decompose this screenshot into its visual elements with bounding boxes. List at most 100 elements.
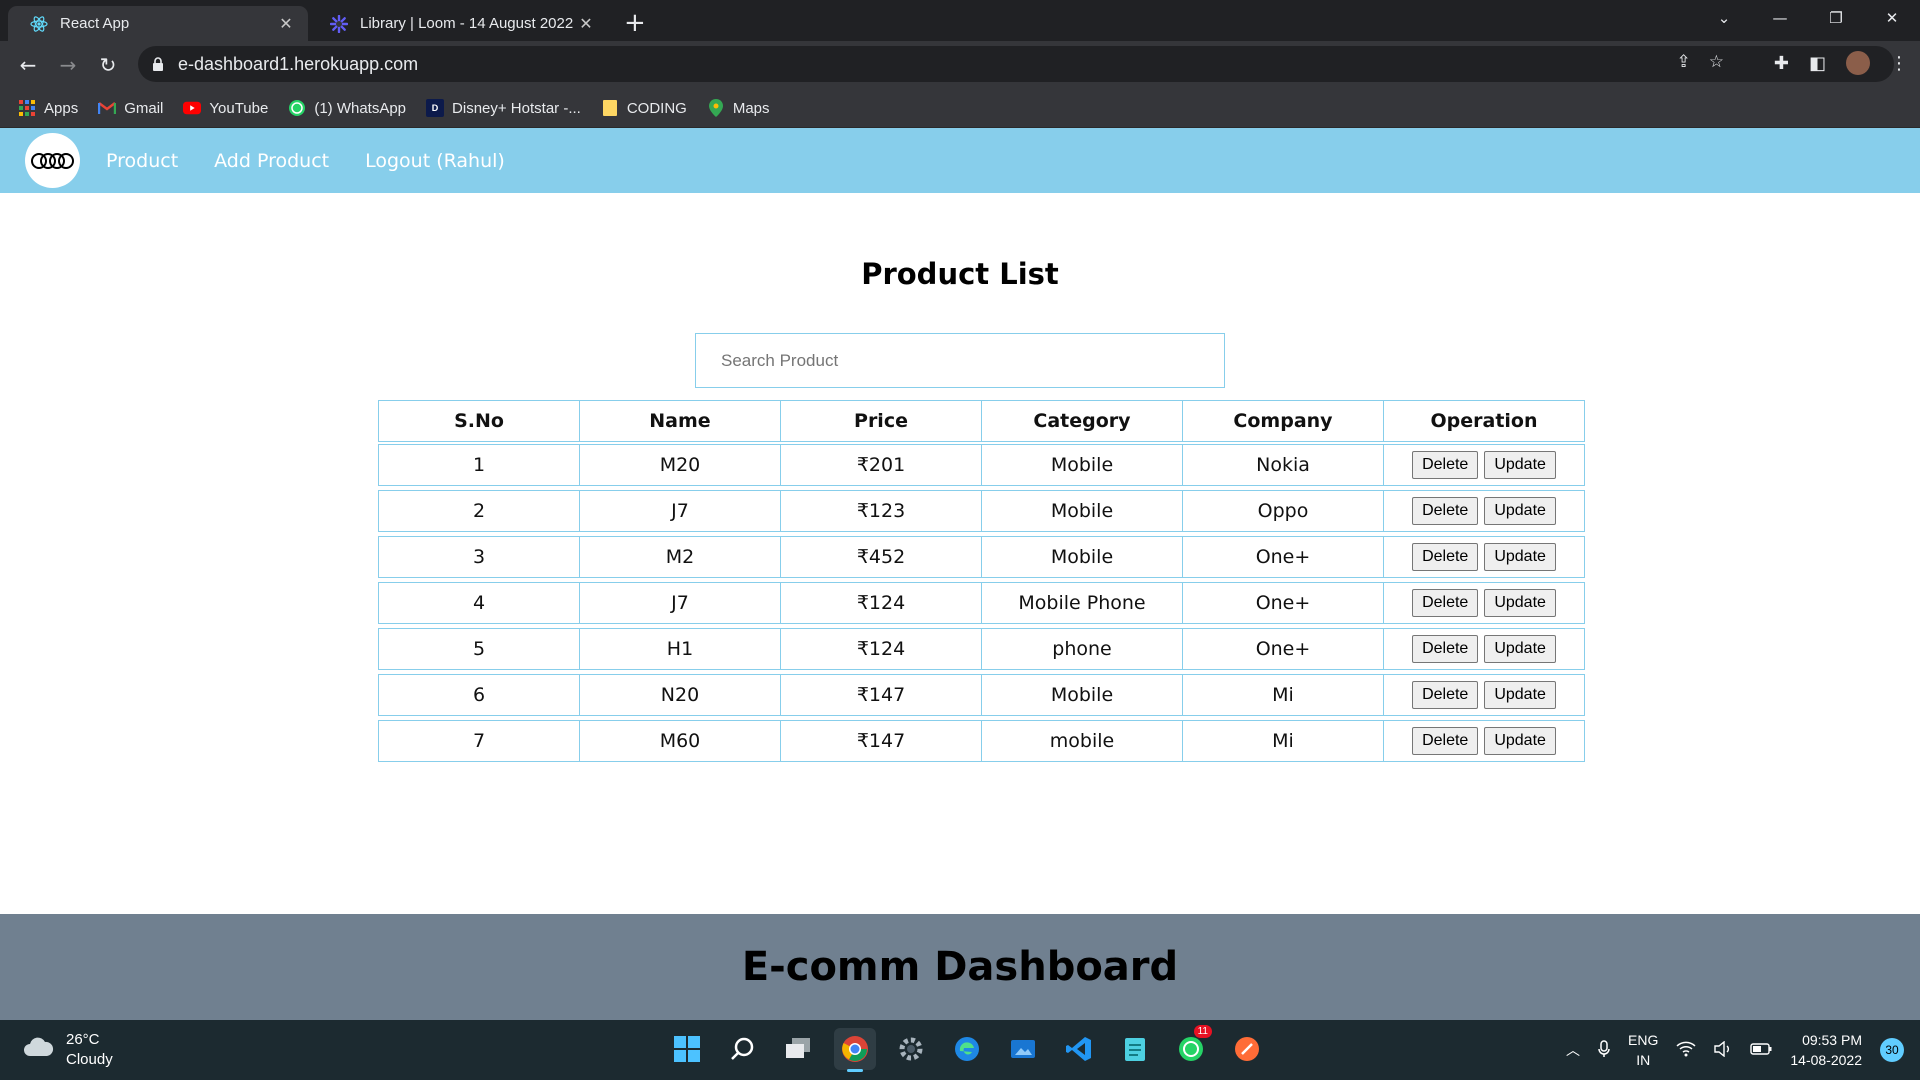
tab-search-icon[interactable]: ⌄ [1696, 0, 1752, 38]
column-header: Name [579, 400, 781, 442]
profile-avatar[interactable] [1846, 51, 1870, 75]
delete-button[interactable]: Delete [1412, 497, 1479, 525]
update-button[interactable]: Update [1484, 635, 1556, 663]
cell-sno: 7 [378, 720, 580, 762]
bookmark-label: CODING [626, 99, 687, 117]
reload-icon[interactable]: ↻ [92, 49, 124, 81]
cell-operation: Delete Update [1383, 536, 1585, 578]
bookmark-maps[interactable]: Maps [707, 99, 770, 117]
bookmark-coding-folder[interactable]: CODING [601, 99, 687, 117]
page-title: Product List [861, 257, 1059, 291]
update-button[interactable]: Update [1484, 451, 1556, 479]
bookmark-gmail[interactable]: Gmail [98, 99, 163, 117]
tab-title: React App [60, 15, 130, 32]
chevron-up-icon[interactable]: ︿ [1566, 1040, 1580, 1060]
share-icon[interactable]: ⇪ [1677, 52, 1691, 72]
folder-icon [601, 99, 619, 117]
column-header: Price [780, 400, 982, 442]
table-header-row: S.No Name Price Category Company Operati… [378, 400, 1585, 442]
vscode-icon[interactable] [1058, 1028, 1100, 1070]
bookmark-apps[interactable]: Apps [18, 99, 78, 117]
language-indicator[interactable]: ENG IN [1628, 1030, 1658, 1070]
apps-grid-icon [18, 99, 36, 117]
window-controls: ⌄ — ❐ ✕ [1696, 0, 1920, 38]
close-window-icon[interactable]: ✕ [1864, 0, 1920, 38]
delete-button[interactable]: Delete [1412, 589, 1479, 617]
cell-category: Mobile Phone [981, 582, 1183, 624]
delete-button[interactable]: Delete [1412, 727, 1479, 755]
battery-icon[interactable] [1750, 1042, 1772, 1058]
bookmark-label: Maps [732, 99, 770, 117]
delete-button[interactable]: Delete [1412, 543, 1479, 571]
cell-company: One+ [1182, 628, 1384, 670]
cloud-icon [22, 1036, 54, 1064]
delete-button[interactable]: Delete [1412, 451, 1479, 479]
update-button[interactable]: Update [1484, 543, 1556, 571]
tab-react-app[interactable]: React App ✕ [8, 6, 308, 41]
cell-company: Oppo [1182, 490, 1384, 532]
extensions-puzzle-icon[interactable]: ✚ [1774, 53, 1789, 74]
edge-icon[interactable] [946, 1028, 988, 1070]
nav-link-add-product[interactable]: Add Product [206, 150, 337, 172]
update-button[interactable]: Update [1484, 589, 1556, 617]
cell-category: Mobile [981, 674, 1183, 716]
search-input[interactable] [695, 333, 1225, 388]
bookmark-youtube[interactable]: YouTube [183, 99, 268, 117]
update-button[interactable]: Update [1484, 497, 1556, 525]
close-tab-icon[interactable]: ✕ [276, 14, 296, 34]
update-button[interactable]: Update [1484, 681, 1556, 709]
notification-badge: 11 [1193, 1025, 1212, 1038]
table-row: 2 J7 ₹123 Mobile Oppo Delete Update [378, 490, 1585, 532]
clock[interactable]: 09:53 PM 14-08-2022 [1790, 1030, 1862, 1070]
time: 09:53 PM [1802, 1032, 1862, 1048]
side-panel-icon[interactable]: ◧ [1809, 53, 1826, 74]
notification-count-badge[interactable]: 30 [1880, 1038, 1904, 1062]
forward-icon[interactable]: → [52, 49, 84, 81]
postman-icon[interactable] [1226, 1028, 1268, 1070]
delete-button[interactable]: Delete [1412, 681, 1479, 709]
lock-icon[interactable] [152, 56, 164, 75]
cell-name: M60 [579, 720, 781, 762]
whatsapp-taskbar-icon[interactable]: 11 [1170, 1025, 1212, 1070]
browser-toolbar: ← → ↻ e-dashboard1.herokuapp.com ⇪ ☆ ✚ ◧… [0, 41, 1920, 89]
settings-gear-icon[interactable] [890, 1028, 932, 1070]
new-tab-button[interactable]: + [624, 8, 646, 38]
chrome-icon[interactable] [834, 1028, 876, 1072]
update-button[interactable]: Update [1484, 727, 1556, 755]
windows-start-icon[interactable] [666, 1028, 708, 1070]
bookmark-whatsapp[interactable]: (1) WhatsApp [288, 99, 406, 117]
cell-price: ₹147 [780, 674, 982, 716]
cell-sno: 4 [378, 582, 580, 624]
search-icon[interactable] [722, 1028, 764, 1070]
back-icon[interactable]: ← [12, 49, 44, 81]
cell-sno: 3 [378, 536, 580, 578]
bookmark-star-icon[interactable]: ☆ [1709, 52, 1724, 72]
notepad-icon[interactable] [1114, 1028, 1156, 1070]
cell-name: M20 [579, 444, 781, 486]
bookmark-hotstar[interactable]: D Disney+ Hotstar -... [426, 99, 581, 117]
tab-loom-library[interactable]: Library | Loom - 14 August 2022 ✕ [308, 6, 608, 41]
cell-price: ₹452 [780, 536, 982, 578]
task-view-icon[interactable] [778, 1028, 820, 1070]
nav-link-product[interactable]: Product [98, 150, 186, 172]
cell-company: One+ [1182, 582, 1384, 624]
restore-icon[interactable]: ❐ [1808, 0, 1864, 38]
minimize-icon[interactable]: — [1752, 0, 1808, 38]
delete-button[interactable]: Delete [1412, 635, 1479, 663]
microphone-icon[interactable] [1598, 1039, 1610, 1061]
menu-kebab-icon[interactable]: ⋮ [1890, 53, 1908, 74]
close-tab-icon[interactable]: ✕ [576, 14, 596, 34]
table-row: 5 H1 ₹124 phone One+ Delete Update [378, 628, 1585, 670]
volume-icon[interactable] [1714, 1040, 1732, 1060]
weather-desc: Cloudy [66, 1051, 113, 1068]
column-header: S.No [378, 400, 580, 442]
weather-widget[interactable]: 26°C Cloudy [22, 1030, 113, 1070]
cell-price: ₹124 [780, 582, 982, 624]
youtube-icon [183, 99, 202, 117]
photos-icon[interactable] [1002, 1028, 1044, 1070]
logo[interactable] [25, 133, 80, 188]
nav-link-logout[interactable]: Logout (Rahul) [357, 150, 513, 172]
bookmark-label: (1) WhatsApp [314, 99, 407, 117]
address-bar[interactable]: e-dashboard1.herokuapp.com ⇪ ☆ [138, 46, 1894, 82]
wifi-icon[interactable] [1676, 1041, 1696, 1060]
